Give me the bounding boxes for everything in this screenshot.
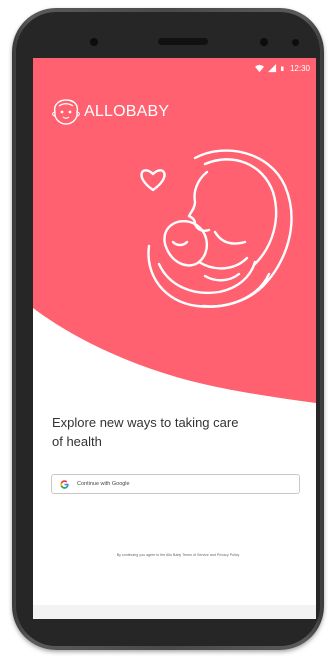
status-bar: 12:30 xyxy=(33,58,316,78)
wifi-icon xyxy=(254,64,264,72)
navigation-bar xyxy=(33,605,316,619)
sensor-icon xyxy=(260,38,268,46)
tagline: Explore new ways to taking care of healt… xyxy=(52,415,239,449)
status-time: 12:30 xyxy=(289,63,310,73)
battery-icon xyxy=(280,66,284,71)
stage: 12:30 ALLOBABY Explore new ways to takin… xyxy=(0,0,334,661)
signal-icon xyxy=(267,63,277,72)
earpiece-speaker xyxy=(158,38,208,45)
app-screen: 12:30 ALLOBABY Explore new ways to takin… xyxy=(33,58,316,619)
heart-icon xyxy=(140,169,166,192)
google-button-label: Continue with Google xyxy=(77,481,130,487)
terms-text[interactable]: By continuing you agree to the Allo Baby… xyxy=(73,553,283,558)
continue-with-google-button[interactable]: Continue with Google xyxy=(51,474,300,494)
brand-name: ALLOBABY xyxy=(84,103,170,120)
front-camera-icon xyxy=(90,38,98,46)
sensor-icon xyxy=(292,39,299,46)
mother-holding-baby-icon xyxy=(140,149,293,308)
google-g-icon xyxy=(60,479,69,489)
brand: ALLOBABY xyxy=(51,98,169,126)
baby-face-logo-icon xyxy=(52,99,80,125)
